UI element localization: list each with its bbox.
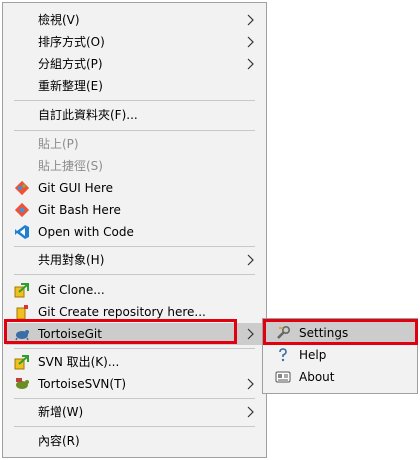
menu-separator: [14, 130, 255, 131]
menu-item-label: 重新整理(E): [38, 79, 103, 93]
git-clone-icon: [14, 282, 30, 298]
vscode-icon: [14, 224, 30, 240]
chevron-right-icon: [245, 56, 255, 72]
menu-item-label: 內容(R): [38, 434, 80, 448]
menu-item-label: 新增(W): [38, 405, 84, 419]
submenu-item-label: Help: [299, 348, 327, 362]
menu-item-git-bash-here[interactable]: Git Bash Here: [6, 199, 263, 221]
chevron-right-icon: [245, 376, 255, 392]
menu-item-svn-checkout[interactable]: SVN 取出(K)...: [6, 351, 263, 373]
chevron-right-icon: [245, 252, 255, 268]
submenu-item-about[interactable]: About: [265, 366, 415, 388]
chevron-right-icon: [245, 326, 255, 342]
menu-item-paste-shortcut: 貼上捷徑(S): [6, 155, 263, 177]
menu-separator: [14, 274, 255, 275]
menu-item-sort-by[interactable]: 排序方式(O): [6, 31, 263, 53]
git-bash-icon: [14, 202, 30, 218]
menu-item-label: 貼上(P): [38, 137, 79, 151]
menu-item-label: Git Clone...: [38, 283, 105, 297]
menu-item-paste: 貼上(P): [6, 133, 263, 155]
menu-item-properties[interactable]: 內容(R): [6, 430, 263, 452]
git-create-repo-icon: [14, 304, 30, 320]
menu-item-new[interactable]: 新增(W): [6, 401, 263, 423]
svn-checkout-icon: [14, 354, 30, 370]
menu-item-label: TortoiseSVN(T): [38, 377, 127, 391]
menu-item-git-gui-here[interactable]: Git GUI Here: [6, 177, 263, 199]
chevron-right-icon: [245, 34, 255, 50]
menu-item-label: 貼上捷徑(S): [38, 159, 103, 173]
menu-separator: [14, 100, 255, 101]
menu-item-label: 共用對象(H): [38, 253, 105, 267]
menu-item-open-with-code[interactable]: Open with Code: [6, 221, 263, 243]
menu-separator: [14, 246, 255, 247]
menu-item-label: Git Bash Here: [38, 203, 121, 217]
menu-item-label: Git GUI Here: [38, 181, 114, 195]
menu-item-tortoisesvn[interactable]: TortoiseSVN(T): [6, 373, 263, 395]
menu-item-label: Git Create repository here...: [38, 305, 206, 319]
menu-item-label: 排序方式(O): [38, 35, 105, 49]
chevron-right-icon: [245, 12, 255, 28]
menu-item-view[interactable]: 檢視(V): [6, 9, 263, 31]
menu-item-label: 自訂此資料夾(F)...: [38, 108, 138, 122]
menu-item-git-clone[interactable]: Git Clone...: [6, 279, 263, 301]
menu-item-label: Open with Code: [38, 225, 134, 239]
menu-separator: [14, 398, 255, 399]
annotation-highlight-box: [263, 319, 418, 345]
menu-item-customize-folder[interactable]: 自訂此資料夾(F)...: [6, 104, 263, 126]
submenu-item-help[interactable]: Help: [265, 344, 415, 366]
menu-item-refresh[interactable]: 重新整理(E): [6, 75, 263, 97]
help-icon: [275, 347, 291, 363]
submenu-item-label: About: [299, 370, 335, 384]
menu-item-label: 檢視(V): [38, 13, 80, 27]
menu-item-share-with[interactable]: 共用對象(H): [6, 249, 263, 271]
tortoisesvn-icon: [14, 376, 30, 392]
annotation-highlight-box: [4, 319, 237, 344]
menu-item-group-by[interactable]: 分組方式(P): [6, 53, 263, 75]
chevron-right-icon: [245, 404, 255, 420]
menu-separator: [14, 348, 255, 349]
about-icon: [275, 369, 291, 385]
git-gui-icon: [14, 180, 30, 196]
menu-item-label: SVN 取出(K)...: [38, 355, 120, 369]
menu-item-label: 分組方式(P): [38, 57, 103, 71]
menu-separator: [14, 426, 255, 427]
context-menu: 檢視(V) 排序方式(O) 分組方式(P) 重新整理(E) 自訂此資料夾(F).…: [2, 2, 267, 458]
